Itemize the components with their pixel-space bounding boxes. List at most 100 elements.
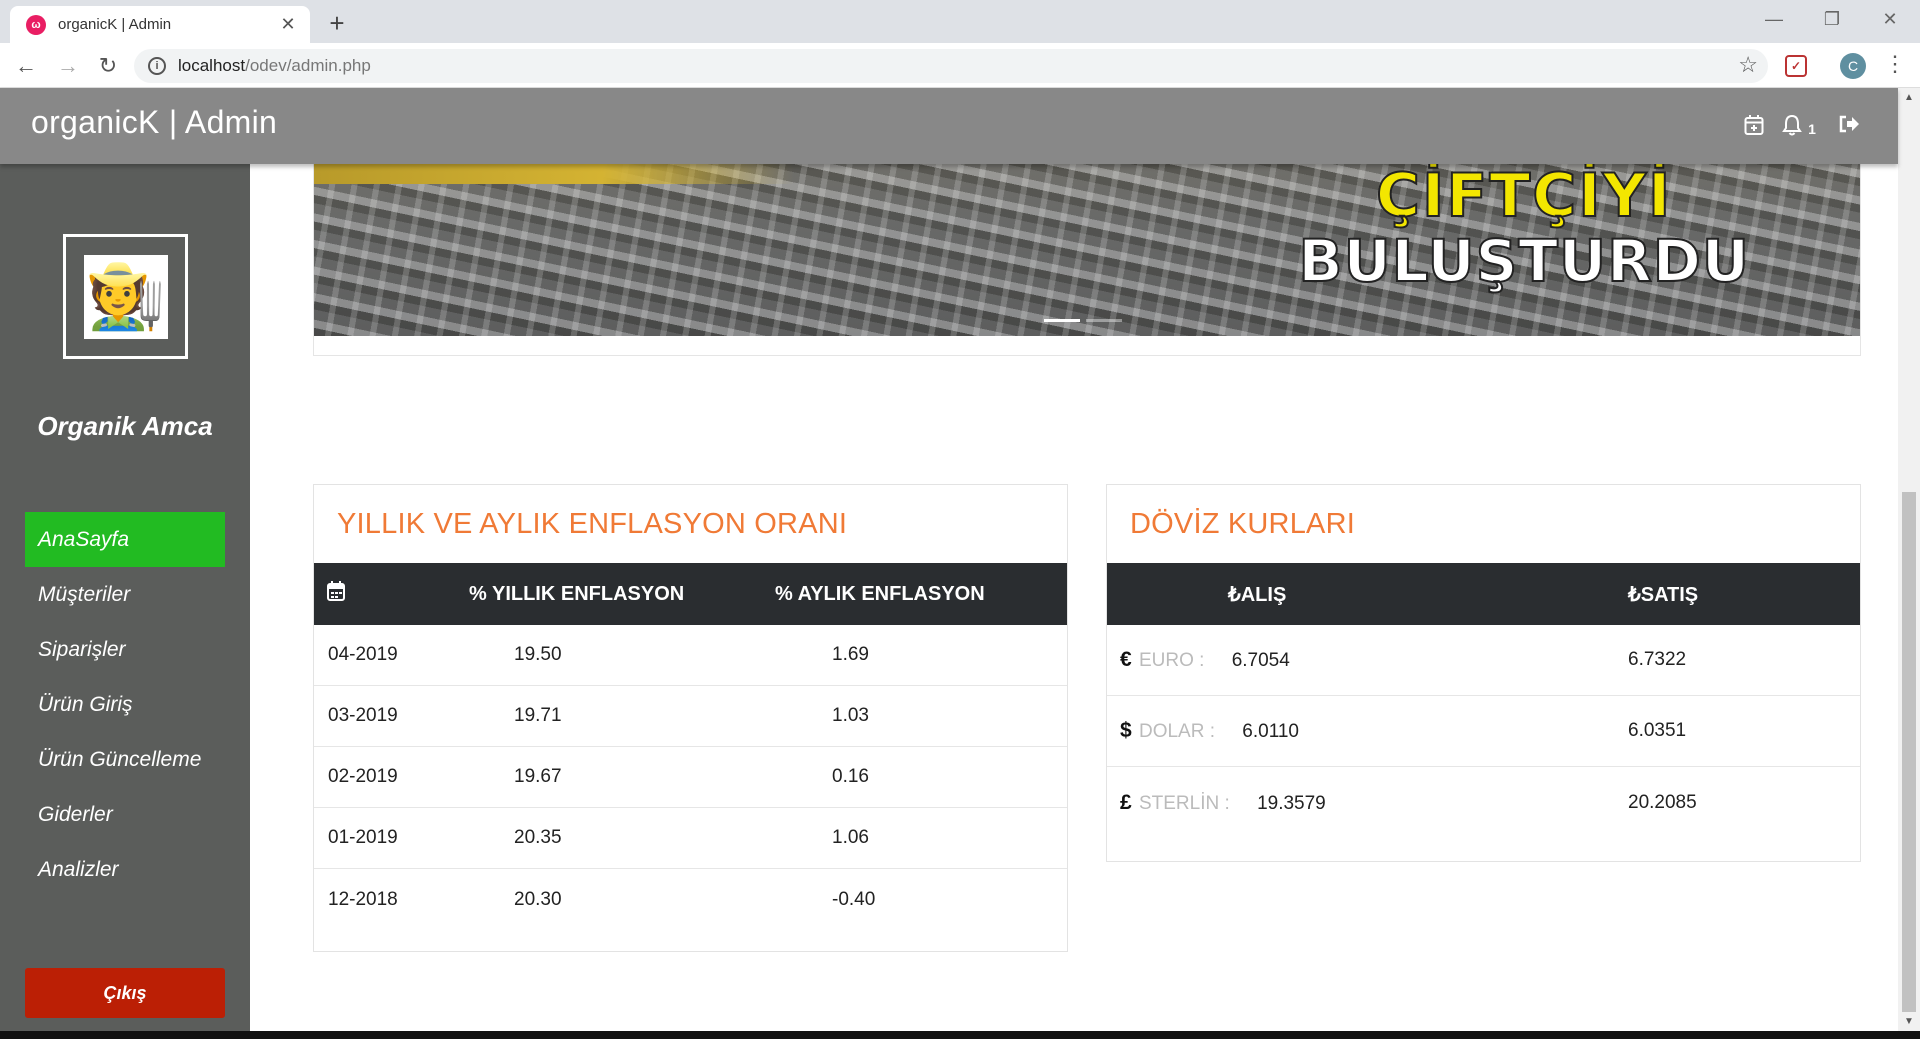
logout-button[interactable]: Çıkış <box>25 968 225 1018</box>
col-sell: ₺SATIŞ <box>1628 583 1699 606</box>
col-buy: ₺ALIŞ <box>1228 583 1287 606</box>
close-tab-icon[interactable]: ✕ <box>276 13 300 37</box>
bell-icon[interactable]: 1 <box>1782 114 1816 142</box>
monthly-cell: 1.69 <box>832 644 869 665</box>
currency-table-header: ₺ALIŞ ₺SATIŞ <box>1107 563 1860 625</box>
carousel-indicator-active[interactable] <box>1044 319 1080 322</box>
news-banner-image[interactable]: ÇİFTÇİYİ BULUŞTURDU <box>314 164 1860 336</box>
notification-count: 1 <box>1808 121 1816 137</box>
calendar-icon[interactable] <box>1744 114 1764 142</box>
date-cell: 03-2019 <box>328 705 398 726</box>
currency-name: EURO : <box>1138 650 1205 671</box>
carousel-indicator[interactable] <box>1086 319 1122 322</box>
browser-nav-bar: ← → ↻ i localhost/odev/admin.php ☆ ✓ C ⋮ <box>0 43 1920 88</box>
tab-title: organicK | Admin <box>58 16 172 33</box>
sidebar-item-urun-giris[interactable]: Ürün Giriş <box>25 677 225 732</box>
sidebar-item-siparisler[interactable]: Siparişler <box>25 622 225 677</box>
scroll-down-icon[interactable]: ▼ <box>1904 1016 1914 1027</box>
inflation-card: YILLIK VE AYLIK ENFLASYON ORANI % YILLIK… <box>313 484 1068 952</box>
euro-icon: € <box>1120 648 1132 671</box>
avatar: 🧑‍🌾 <box>83 254 168 339</box>
new-tab-icon[interactable]: + <box>322 8 352 38</box>
yearly-cell: 20.30 <box>514 888 562 910</box>
table-row: 01-2019 20.35 1.06 <box>314 808 1067 869</box>
currency-cell: $ DOLAR : 6.0110 <box>1107 719 1628 743</box>
bookmark-star-icon[interactable]: ☆ <box>1738 52 1758 78</box>
sell-value: 6.7322 <box>1628 649 1687 670</box>
monthly-cell: -0.40 <box>832 888 876 910</box>
currency-name: DOLAR : <box>1138 721 1215 742</box>
back-icon[interactable]: ← <box>10 50 42 82</box>
app-header: organicK | Admin 1 <box>0 88 1898 164</box>
table-row: € EURO : 6.7054 6.7322 <box>1107 625 1860 696</box>
sidebar-item-anasayfa[interactable]: AnaSayfa <box>25 512 225 567</box>
buy-value: 6.7054 <box>1231 650 1290 671</box>
scrollbar-thumb[interactable] <box>1902 492 1916 1012</box>
currency-card: DÖVİZ KURLARI ₺ALIŞ ₺SATIŞ € EURO : 6.70… <box>1106 484 1861 862</box>
table-row: 02-2019 19.67 0.16 <box>314 747 1067 808</box>
avatar-frame: 🧑‍🌾 <box>63 234 188 359</box>
table-row: 12-2018 20.30 -0.40 <box>314 869 1067 930</box>
sidebar-item-analizler[interactable]: Analizler <box>25 842 225 897</box>
os-taskbar <box>0 1031 1920 1039</box>
banner-line-2: BULUŞTURDU <box>1297 227 1750 295</box>
page-scrollbar[interactable]: ▲ ▼ <box>1898 88 1920 1031</box>
yearly-cell: 19.50 <box>514 644 562 665</box>
minimize-icon[interactable]: — <box>1754 4 1794 34</box>
browser-menu-icon[interactable]: ⋮ <box>1884 51 1906 77</box>
pound-icon: £ <box>1120 790 1132 814</box>
main-content: ÇİFTÇİYİ BULUŞTURDU YILLIK VE AYLIK ENFL… <box>250 164 1898 1031</box>
date-cell: 01-2019 <box>328 827 398 848</box>
table-row: $ DOLAR : 6.0110 6.0351 <box>1107 696 1860 767</box>
table-row: £ STERLİN : 19.3579 20.2085 <box>1107 767 1860 838</box>
dollar-icon: $ <box>1120 719 1132 742</box>
monthly-cell: 1.03 <box>832 705 869 726</box>
sidebar-item-giderler[interactable]: Giderler <box>25 787 225 842</box>
sidebar-menu: AnaSayfa Müşteriler Siparişler Ürün Giri… <box>25 512 225 897</box>
table-row: 04-2019 19.50 1.69 <box>314 625 1067 686</box>
currency-title: DÖVİZ KURLARI <box>1130 507 1355 540</box>
yearly-cell: 20.35 <box>514 827 562 848</box>
forward-icon[interactable]: → <box>52 50 84 82</box>
monthly-cell: 0.16 <box>832 766 869 787</box>
monthly-cell: 1.06 <box>832 827 869 848</box>
banner-headline: ÇİFTÇİYİ BULUŞTURDU <box>1297 165 1750 295</box>
info-icon[interactable]: i <box>148 57 166 75</box>
browser-tab-bar: ω organicK | Admin ✕ + — ❐ ✕ <box>0 0 1920 43</box>
address-bar[interactable]: i localhost/odev/admin.php ☆ <box>134 49 1768 83</box>
sidebar-item-musteriler[interactable]: Müşteriler <box>25 567 225 622</box>
sidebar: 🧑‍🌾 Organik Amca AnaSayfa Müşteriler Sip… <box>0 164 250 1031</box>
currency-cell: £ STERLİN : 19.3579 <box>1107 791 1628 815</box>
inflation-title: YILLIK VE AYLIK ENFLASYON ORANI <box>337 507 848 540</box>
buy-value: 6.0110 <box>1242 721 1299 742</box>
inflation-table-header: % YILLIK ENFLASYON % AYLIK ENFLASYON <box>314 563 1067 625</box>
table-row: 03-2019 19.71 1.03 <box>314 686 1067 747</box>
user-name: Organik Amca <box>37 411 213 441</box>
banner-card: ÇİFTÇİYİ BULUŞTURDU <box>313 164 1861 356</box>
col-yearly-inflation: % YILLIK ENFLASYON <box>469 582 685 605</box>
currency-name: STERLİN : <box>1138 792 1230 814</box>
sell-value: 20.2085 <box>1628 791 1697 813</box>
col-monthly-inflation: % AYLIK ENFLASYON <box>775 582 985 605</box>
browser-tab[interactable]: ω organicK | Admin ✕ <box>10 6 310 43</box>
restore-icon[interactable]: ❐ <box>1812 4 1852 34</box>
brand-title[interactable]: organicK | Admin <box>31 104 277 141</box>
date-cell: 04-2019 <box>328 644 398 665</box>
calendar-icon <box>314 581 469 607</box>
close-window-icon[interactable]: ✕ <box>1870 4 1910 34</box>
yearly-cell: 19.67 <box>514 766 562 787</box>
date-cell: 02-2019 <box>328 766 398 787</box>
scroll-up-icon[interactable]: ▲ <box>1904 92 1914 103</box>
banner-yellow-roof <box>314 164 794 184</box>
extension-icon[interactable]: ✓ <box>1785 55 1807 77</box>
yearly-cell: 19.71 <box>514 705 562 726</box>
buy-value: 19.3579 <box>1257 792 1326 814</box>
reload-icon[interactable]: ↻ <box>92 50 124 82</box>
logout-icon[interactable] <box>1838 114 1860 140</box>
sidebar-item-urun-guncelleme[interactable]: Ürün Güncelleme <box>25 732 225 787</box>
sell-value: 6.0351 <box>1628 720 1687 741</box>
profile-avatar[interactable]: C <box>1840 53 1866 79</box>
favicon-icon: ω <box>26 14 46 35</box>
url-text: localhost/odev/admin.php <box>178 56 371 75</box>
date-cell: 12-2018 <box>328 888 398 910</box>
